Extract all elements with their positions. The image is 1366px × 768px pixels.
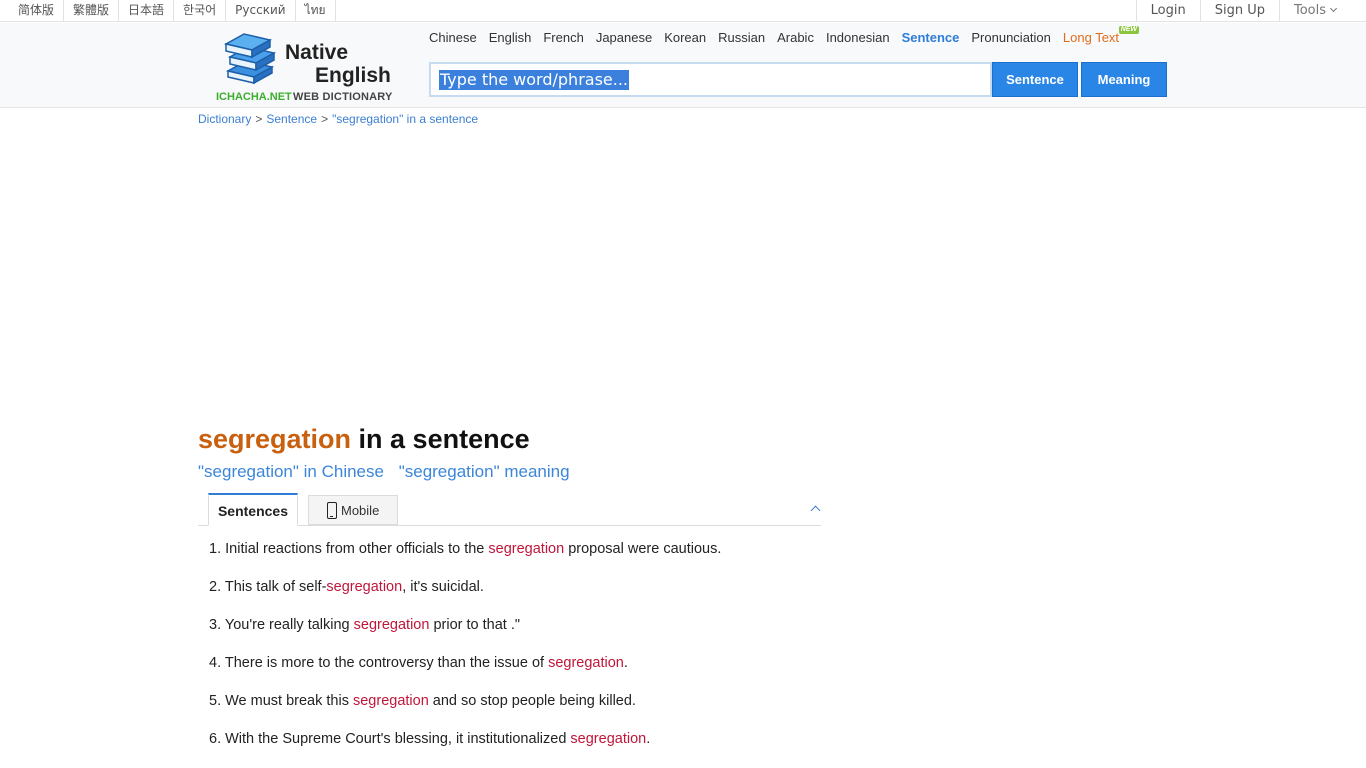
list-item: 1. Initial reactions from other official… (209, 540, 721, 578)
sentence-list: 1. Initial reactions from other official… (209, 540, 721, 768)
sentence-keyword: segregation (570, 731, 647, 747)
sentence-text: prior to that ." (429, 617, 521, 633)
account-links: Login Sign Up Tools (1135, 0, 1366, 22)
books-logo-icon (224, 33, 276, 85)
nav-english[interactable]: English (489, 30, 532, 46)
sentence-text: We must break this (225, 693, 353, 709)
sentence-text: , it's suicidal. (402, 579, 484, 595)
logo-native-text: Native (285, 41, 349, 64)
nav-french[interactable]: French (543, 30, 583, 46)
nav-sentence[interactable]: Sentence (902, 30, 960, 46)
sentence-number: 6. (209, 731, 222, 747)
list-item: 4. There is more to the controversy than… (209, 654, 721, 692)
sentence-search-button[interactable]: Sentence (992, 62, 1078, 97)
breadcrumb: Dictionary > Sentence > "segregation" in a s… (198, 112, 478, 126)
meaning-link[interactable]: "segregation" meaning (399, 462, 570, 481)
sentence-number: 5. (209, 693, 222, 709)
sentence-text: . (646, 731, 651, 747)
logo-subtitle: WEB DICTIONARY (293, 91, 393, 103)
sentence-keyword: segregation (352, 693, 429, 709)
list-item: 5. We must break this segregation and so… (209, 692, 721, 730)
breadcrumb-separator: > (321, 112, 329, 126)
chevron-up-icon[interactable] (810, 505, 821, 516)
sentence-text: and so stop people being killed. (428, 693, 636, 709)
tools-menu[interactable]: Tools (1278, 0, 1366, 22)
nav-korean[interactable]: Korean (664, 30, 706, 46)
lang-korean-link[interactable]: 한국어 (174, 0, 227, 22)
sentence-text: There is more to the controversy than th… (224, 655, 549, 671)
nav-russian[interactable]: Russian (718, 30, 765, 46)
nav-pronunciation[interactable]: Pronunciation (971, 30, 1051, 46)
sentence-text: With the Supreme Court's blessing, it in… (225, 731, 571, 747)
lang-simplified-chinese-link[interactable]: 简体版 (0, 0, 65, 22)
breadcrumb-dictionary[interactable]: Dictionary (198, 112, 251, 126)
language-switcher: 简体版 繁體版 日本語 한국어 Русский ไทย (0, 0, 336, 22)
title-keyword: segregation (198, 424, 352, 454)
sentence-number: 3. (209, 617, 222, 633)
page-title: segregation in a sentence (198, 424, 530, 455)
nav-long-text[interactable]: Long Text NEW (1062, 26, 1140, 46)
sentence-tabs: Sentences Mobile (198, 493, 821, 526)
list-item: 3. You're really talking segregation pri… (209, 616, 721, 654)
sentence-text: You're really talking (224, 617, 354, 633)
sentence-text: . (623, 655, 628, 671)
login-link[interactable]: Login (1135, 0, 1200, 22)
nav-japanese[interactable]: Japanese (596, 30, 652, 46)
breadcrumb-current[interactable]: "segregation" in a sentence (332, 112, 478, 126)
nav-chinese[interactable]: Chinese (429, 30, 477, 46)
nav-indonesian[interactable]: Indonesian (826, 30, 890, 46)
dictionary-nav: Chinese English French Japanese Korean R… (429, 26, 1140, 46)
signup-link[interactable]: Sign Up (1199, 0, 1279, 22)
lang-russian-link[interactable]: Русский (226, 0, 296, 22)
meaning-search-button[interactable]: Meaning (1081, 62, 1167, 97)
top-bar: 简体版 繁體版 日本語 한국어 Русский ไทย Login Sign U… (0, 0, 1366, 22)
lang-thai-link[interactable]: ไทย (296, 0, 336, 22)
tab-mobile[interactable]: Mobile (308, 495, 398, 525)
related-links: "segregation" in Chinese "segregation" m… (198, 462, 580, 482)
sentence-number: 1. (209, 541, 222, 557)
lang-japanese-link[interactable]: 日本語 (119, 0, 175, 22)
sentence-text: This talk of self- (224, 579, 327, 595)
logo-english-text: English (315, 64, 391, 87)
nav-long-text-label: Long Text (1062, 30, 1120, 45)
sentence-text: proposal were cautious. (564, 541, 722, 557)
sentence-keyword: segregation (353, 617, 430, 633)
mobile-phone-icon (327, 502, 337, 519)
sentence-text: Initial reactions from other officials t… (225, 541, 489, 557)
site-header: Native English ICHACHA.NET WEB DICTIONAR… (0, 23, 1366, 108)
logo-site-name: ICHACHA.NET (216, 91, 292, 103)
breadcrumb-sentence[interactable]: Sentence (266, 112, 317, 126)
nav-arabic[interactable]: Arabic (777, 30, 814, 46)
sentence-keyword: segregation (326, 579, 403, 595)
chevron-down-icon (1329, 4, 1338, 13)
breadcrumb-separator: > (255, 112, 263, 126)
sentence-keyword: segregation (548, 655, 624, 671)
list-item: 2. This talk of self-segregation, it's s… (209, 578, 721, 616)
title-rest: in a sentence (351, 424, 530, 454)
sentence-number: 2. (209, 579, 222, 595)
tab-sentences[interactable]: Sentences (208, 493, 298, 526)
search-input[interactable]: Type the word/phrase... (429, 62, 992, 97)
sentence-number: 4. (209, 655, 222, 671)
new-badge: NEW (1118, 26, 1140, 34)
lang-traditional-chinese-link[interactable]: 繁體版 (64, 0, 120, 22)
tab-mobile-label: Mobile (341, 503, 380, 518)
list-item: 6. With the Supreme Court's blessing, it… (209, 730, 721, 768)
search-input-text: Type the word/phrase... (439, 70, 630, 90)
tools-label: Tools (1293, 3, 1326, 18)
search-bar: Type the word/phrase... Sentence Meaning (429, 62, 1167, 98)
site-logo[interactable]: Native English ICHACHA.NET WEB DICTIONAR… (216, 31, 411, 103)
in-chinese-link[interactable]: "segregation" in Chinese (198, 462, 384, 481)
sentence-keyword: segregation (488, 541, 565, 557)
